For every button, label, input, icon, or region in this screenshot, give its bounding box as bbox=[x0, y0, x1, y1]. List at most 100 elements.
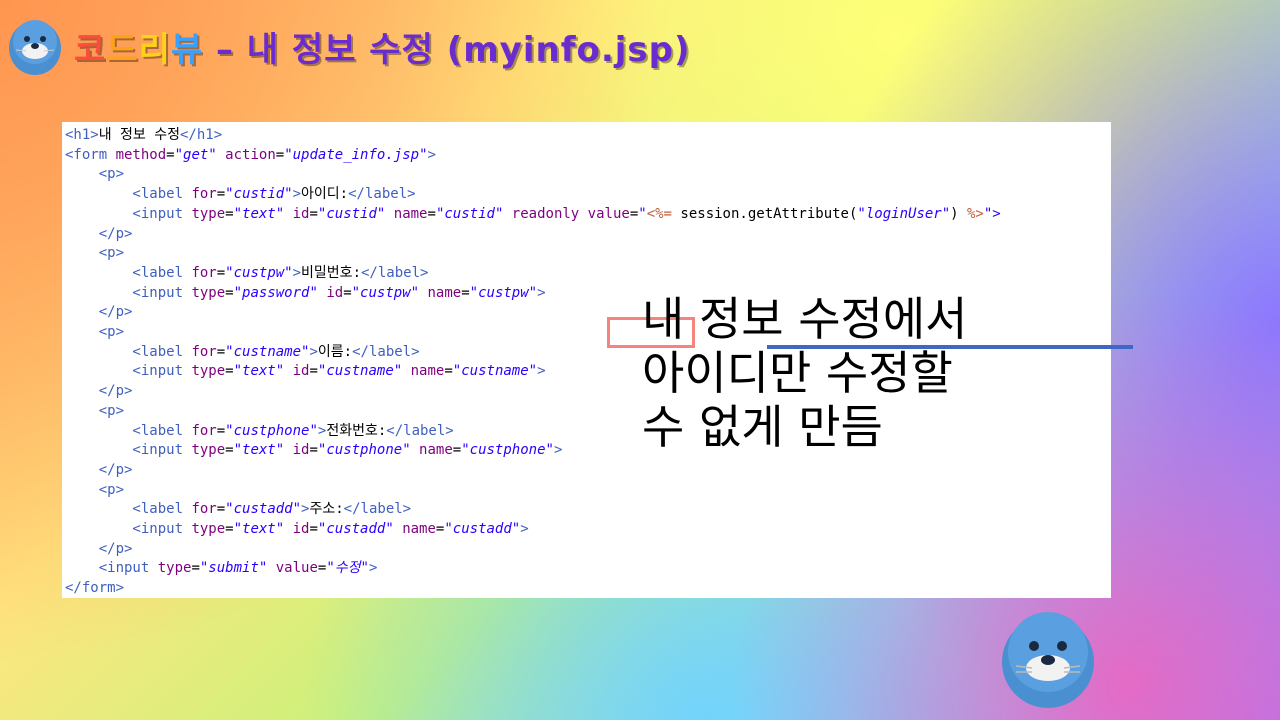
code-token: name bbox=[393, 521, 436, 538]
code-token: = bbox=[216, 501, 226, 518]
code-token: <p> bbox=[65, 166, 125, 183]
code-token: name bbox=[402, 363, 445, 380]
code-token: > bbox=[427, 146, 436, 163]
code-token: </p> bbox=[65, 304, 133, 321]
code-token: <label bbox=[65, 186, 192, 203]
code-token: = bbox=[309, 442, 318, 459]
code-token: value bbox=[267, 560, 318, 577]
code-token: <input bbox=[65, 284, 192, 301]
code-token: </label> bbox=[352, 343, 420, 360]
code-token: 주소: bbox=[309, 501, 344, 518]
code-token: = bbox=[216, 343, 226, 360]
code-token: name bbox=[410, 442, 453, 459]
code-token: <label bbox=[65, 501, 192, 518]
code-token: value bbox=[579, 205, 630, 222]
code-token: > bbox=[520, 521, 529, 538]
code-token: type bbox=[191, 363, 226, 380]
code-token: <input bbox=[65, 442, 192, 459]
code-token: = bbox=[309, 521, 318, 538]
code-token: 비밀번호: bbox=[301, 264, 361, 281]
seal-mascot-large-icon bbox=[1002, 612, 1094, 708]
code-token: = bbox=[343, 284, 352, 301]
code-token: id bbox=[284, 521, 310, 538]
code-token: = bbox=[225, 205, 234, 222]
code-token: = bbox=[452, 442, 462, 459]
code-token: for bbox=[191, 422, 217, 439]
code-token: </p> bbox=[65, 225, 133, 242]
code-token: > bbox=[292, 186, 302, 203]
code-token: id bbox=[284, 442, 310, 459]
code-token: type bbox=[191, 284, 226, 301]
code-token: "수정" bbox=[326, 560, 369, 577]
code-token: </label> bbox=[361, 264, 429, 281]
code-token: </h1> bbox=[179, 127, 223, 143]
code-token: <p> bbox=[65, 245, 125, 262]
code-token: = bbox=[166, 146, 175, 163]
code-token: = bbox=[309, 363, 318, 380]
code-token: id bbox=[284, 363, 310, 380]
code-token: </p> bbox=[65, 383, 133, 400]
code-token: = bbox=[461, 284, 470, 301]
code-token: > bbox=[537, 284, 546, 301]
code-token: method bbox=[115, 146, 167, 163]
code-token: "text" bbox=[233, 363, 285, 380]
code-token: "custid" bbox=[435, 205, 504, 222]
code-token: "custid" bbox=[225, 186, 293, 203]
code-token: = bbox=[225, 521, 234, 538]
code-token: "custid" bbox=[317, 205, 386, 222]
code-token: > bbox=[537, 363, 546, 380]
code-token: "text" bbox=[233, 205, 285, 222]
code-token: = bbox=[444, 363, 453, 380]
code-token: = bbox=[216, 422, 226, 439]
code-token: > bbox=[553, 442, 563, 459]
code-token: readonly bbox=[503, 205, 580, 222]
code-token: "custadd" bbox=[444, 521, 521, 538]
code-token: > bbox=[292, 264, 302, 281]
code-token: "submit" bbox=[199, 560, 268, 577]
code-token: = bbox=[225, 442, 234, 459]
code-token: "custphone" bbox=[461, 442, 554, 459]
code-token: "text" bbox=[233, 442, 285, 459]
code-token: "custadd" bbox=[225, 501, 302, 518]
code-token: = bbox=[216, 186, 226, 203]
code-token: = bbox=[225, 284, 234, 301]
code-token: name bbox=[385, 205, 428, 222]
code-token: <label bbox=[65, 422, 192, 439]
code-token: for bbox=[191, 264, 217, 281]
code-token: 내 정보 수정 bbox=[98, 127, 180, 143]
code-token: type bbox=[191, 205, 226, 222]
code-token: 전화번호: bbox=[326, 422, 387, 439]
code-token: 이름: bbox=[317, 343, 353, 360]
code-token: "custpw" bbox=[225, 264, 293, 281]
code-token: %> bbox=[967, 205, 984, 222]
code-token: = bbox=[225, 363, 234, 380]
code-token: = bbox=[216, 264, 226, 281]
code-token: "custname" bbox=[225, 343, 310, 360]
code-token: "custphone" bbox=[317, 442, 411, 459]
code-token: for bbox=[191, 501, 217, 518]
seal-mascot-icon bbox=[9, 20, 61, 75]
code-token: name bbox=[419, 284, 462, 301]
code-token: ) bbox=[950, 205, 967, 222]
code-token: > bbox=[368, 560, 378, 577]
code-token: "custphone" bbox=[225, 422, 318, 439]
code-token: </label> bbox=[386, 422, 454, 439]
code-token: "custpw" bbox=[469, 284, 538, 301]
code-token: "get" bbox=[174, 146, 217, 163]
code-token: "custpw" bbox=[351, 284, 420, 301]
code-token: id bbox=[317, 284, 344, 301]
code-token: > bbox=[309, 343, 318, 360]
code-token: type bbox=[157, 560, 192, 577]
code-token: for bbox=[191, 186, 217, 203]
code-token: <p> bbox=[65, 324, 125, 341]
code-token: <label bbox=[65, 264, 192, 281]
code-token: "loginUser" bbox=[857, 205, 951, 222]
code-token: </label> bbox=[348, 186, 416, 203]
code-token: <p> bbox=[65, 402, 125, 419]
code-token: " bbox=[638, 205, 647, 222]
code-token: "custadd" bbox=[317, 521, 394, 538]
explanation-note: 내 정보 수정에서 아이디만 수정할 수 없게 만듬 bbox=[642, 292, 968, 454]
code-token: = bbox=[629, 205, 639, 222]
code-token: <input bbox=[65, 363, 192, 380]
code-token: <input bbox=[65, 560, 158, 577]
